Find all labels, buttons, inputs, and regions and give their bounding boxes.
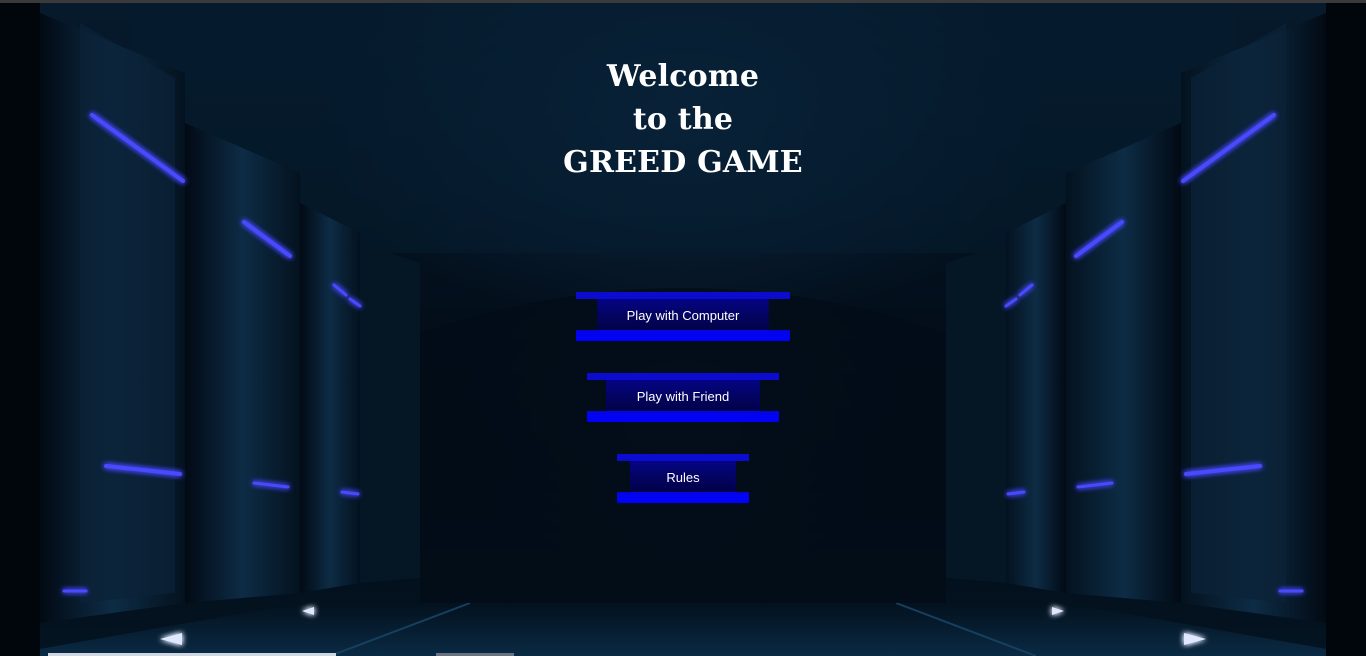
play-with-friend-button[interactable]: Play with Friend <box>587 373 779 422</box>
button-top-edge <box>617 454 749 461</box>
play-with-computer-label: Play with Computer <box>626 308 740 323</box>
button-top-edge <box>576 292 790 299</box>
rules-button[interactable]: Rules <box>617 454 749 503</box>
button-bottom-edge <box>576 330 790 341</box>
play-with-computer-button[interactable]: Play with Computer <box>576 292 790 341</box>
play-with-friend-label: Play with Friend <box>636 389 730 404</box>
rules-label: Rules <box>666 470 700 485</box>
welcome-title: Welcome to the GREED GAME <box>483 55 883 184</box>
title-line-3: GREED GAME <box>563 145 803 180</box>
title-line-2: to the <box>632 102 734 137</box>
button-top-edge <box>587 373 779 380</box>
title-line-1: Welcome <box>606 59 760 94</box>
button-bottom-edge <box>617 492 749 503</box>
button-bottom-edge <box>587 411 779 422</box>
